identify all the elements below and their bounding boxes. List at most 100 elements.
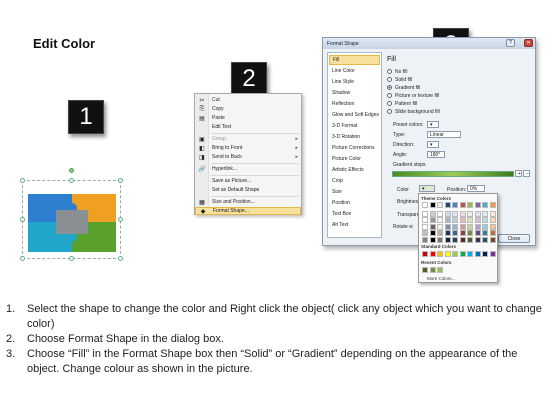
remove-stop-button[interactable]: − bbox=[523, 170, 530, 177]
theme-color-swatch[interactable] bbox=[459, 210, 466, 217]
standard-color-swatch[interactable] bbox=[467, 251, 473, 257]
resize-handle[interactable] bbox=[69, 256, 74, 261]
nav-item-shadow[interactable]: Shadow bbox=[329, 88, 380, 98]
standard-color-swatch[interactable] bbox=[444, 251, 451, 257]
theme-color-swatch[interactable] bbox=[489, 230, 496, 236]
theme-color-swatch[interactable] bbox=[429, 236, 436, 243]
nav-item-alt-text[interactable]: Alt Text bbox=[329, 220, 380, 230]
menu-item-set-as-default-shape[interactable]: Set as Default Shape bbox=[195, 186, 301, 194]
theme-color-swatch[interactable] bbox=[474, 223, 481, 230]
menu-item-format-shape[interactable]: ◆ Format Shape... bbox=[195, 207, 301, 215]
rotation-handle[interactable] bbox=[69, 168, 74, 173]
angle-input[interactable]: 180° bbox=[427, 151, 445, 158]
standard-color-swatch[interactable] bbox=[422, 251, 428, 257]
theme-color-swatch[interactable] bbox=[429, 217, 436, 223]
gradient-stops-bar[interactable] bbox=[392, 171, 514, 177]
nav-item-3-d-rotation[interactable]: 3-D Rotation bbox=[329, 132, 380, 142]
theme-color-swatch[interactable] bbox=[482, 223, 488, 230]
theme-color-swatch[interactable] bbox=[444, 236, 451, 243]
theme-color-swatch[interactable] bbox=[444, 230, 451, 236]
theme-color-swatch[interactable] bbox=[482, 217, 488, 223]
nav-item-size[interactable]: Size bbox=[329, 187, 380, 197]
standard-color-swatch[interactable] bbox=[437, 251, 443, 257]
theme-color-swatch[interactable] bbox=[437, 210, 443, 217]
theme-color-swatch[interactable] bbox=[429, 223, 436, 230]
position-input[interactable]: 0% bbox=[467, 185, 485, 192]
theme-color-swatch[interactable] bbox=[474, 210, 481, 217]
theme-color-swatch[interactable] bbox=[467, 217, 473, 223]
theme-color-swatch[interactable] bbox=[459, 217, 466, 223]
theme-color-swatch[interactable] bbox=[474, 236, 481, 243]
theme-color-swatch[interactable] bbox=[437, 223, 443, 230]
fill-option-gradient-fill[interactable]: Gradient fill bbox=[387, 84, 447, 91]
recent-color-swatch[interactable] bbox=[437, 267, 443, 273]
theme-color-swatch[interactable] bbox=[467, 236, 473, 243]
theme-color-swatch[interactable] bbox=[474, 202, 481, 208]
theme-color-swatch[interactable] bbox=[422, 210, 428, 217]
theme-color-swatch[interactable] bbox=[452, 223, 458, 230]
menu-item-hyperlink[interactable]: 🔗 Hyperlink... bbox=[195, 165, 301, 173]
theme-color-swatch[interactable] bbox=[422, 202, 428, 208]
fill-option-solid-fill[interactable]: Solid fill bbox=[387, 76, 447, 83]
theme-color-swatch[interactable] bbox=[437, 230, 443, 236]
more-colors-link[interactable]: More Colors... bbox=[427, 276, 455, 281]
menu-item-paste[interactable]: ▤ Paste bbox=[195, 114, 301, 122]
theme-color-swatch[interactable] bbox=[459, 202, 466, 208]
nav-item-reflection[interactable]: Reflection bbox=[329, 99, 380, 109]
theme-color-swatch[interactable] bbox=[489, 210, 496, 217]
nav-item-line-style[interactable]: Line Style bbox=[329, 77, 380, 87]
nav-item-picture-corrections[interactable]: Picture Corrections bbox=[329, 143, 380, 153]
standard-color-swatch[interactable] bbox=[482, 251, 488, 257]
radio-button[interactable] bbox=[387, 69, 392, 74]
resize-handle[interactable] bbox=[118, 256, 123, 261]
resize-handle[interactable] bbox=[118, 178, 123, 183]
theme-color-swatch[interactable] bbox=[467, 223, 473, 230]
nav-item-line-color[interactable]: Line Color bbox=[329, 66, 380, 76]
theme-color-swatch[interactable] bbox=[444, 202, 451, 208]
fill-option-picture-or-texture-fill[interactable]: Picture or texture fill bbox=[387, 92, 447, 99]
theme-color-swatch[interactable] bbox=[437, 202, 443, 208]
theme-color-swatch[interactable] bbox=[429, 210, 436, 217]
theme-color-swatch[interactable] bbox=[459, 223, 466, 230]
nav-item-3-d-format[interactable]: 3-D Format bbox=[329, 121, 380, 131]
theme-color-swatch[interactable] bbox=[444, 223, 451, 230]
radio-button[interactable] bbox=[387, 77, 392, 82]
resize-handle[interactable] bbox=[20, 217, 25, 222]
radio-button[interactable] bbox=[387, 109, 392, 114]
add-stop-button[interactable]: + bbox=[515, 170, 522, 177]
menu-item-edit-text[interactable]: Edit Text bbox=[195, 123, 301, 131]
menu-item-save-as-picture[interactable]: Save as Picture... bbox=[195, 177, 301, 185]
theme-color-swatch[interactable] bbox=[467, 210, 473, 217]
theme-color-swatch[interactable] bbox=[444, 217, 451, 223]
theme-color-swatch[interactable] bbox=[482, 236, 488, 243]
theme-color-swatch[interactable] bbox=[452, 210, 458, 217]
theme-color-swatch[interactable] bbox=[474, 217, 481, 223]
close-button[interactable]: Close bbox=[498, 234, 530, 243]
nav-item-artistic-effects[interactable]: Artistic Effects bbox=[329, 165, 380, 175]
type-select[interactable]: Linear bbox=[427, 131, 461, 138]
nav-item-position[interactable]: Position bbox=[329, 198, 380, 208]
standard-color-swatch[interactable] bbox=[474, 251, 481, 257]
fill-option-slide-background-fill[interactable]: Slide background fill bbox=[387, 108, 447, 115]
theme-color-swatch[interactable] bbox=[452, 230, 458, 236]
theme-color-swatch[interactable] bbox=[452, 202, 458, 208]
menu-item-copy[interactable]: ⎘ Copy bbox=[195, 105, 301, 113]
theme-color-swatch[interactable] bbox=[489, 236, 496, 243]
theme-color-swatch[interactable] bbox=[489, 202, 496, 208]
theme-color-swatch[interactable] bbox=[489, 223, 496, 230]
theme-color-swatch[interactable] bbox=[452, 236, 458, 243]
nav-item-crop[interactable]: Crop bbox=[329, 176, 380, 186]
direction-dropdown[interactable]: ▾ bbox=[427, 141, 439, 148]
resize-handle[interactable] bbox=[69, 178, 74, 183]
menu-item-send-to-back[interactable]: ◨ Send to Back ▸ bbox=[195, 153, 301, 161]
theme-color-swatch[interactable] bbox=[422, 230, 428, 236]
theme-color-swatch[interactable] bbox=[422, 236, 428, 243]
help-button[interactable]: ? bbox=[506, 39, 515, 47]
theme-color-swatch[interactable] bbox=[422, 223, 428, 230]
menu-item-bring-to-front[interactable]: ◧ Bring to Front ▸ bbox=[195, 144, 301, 152]
theme-color-swatch[interactable] bbox=[437, 217, 443, 223]
menu-item-cut[interactable]: ✂ Cut bbox=[195, 96, 301, 104]
theme-color-swatch[interactable] bbox=[429, 202, 436, 208]
theme-color-swatch[interactable] bbox=[482, 210, 488, 217]
fill-option-pattern-fill[interactable]: Pattern fill bbox=[387, 100, 447, 107]
